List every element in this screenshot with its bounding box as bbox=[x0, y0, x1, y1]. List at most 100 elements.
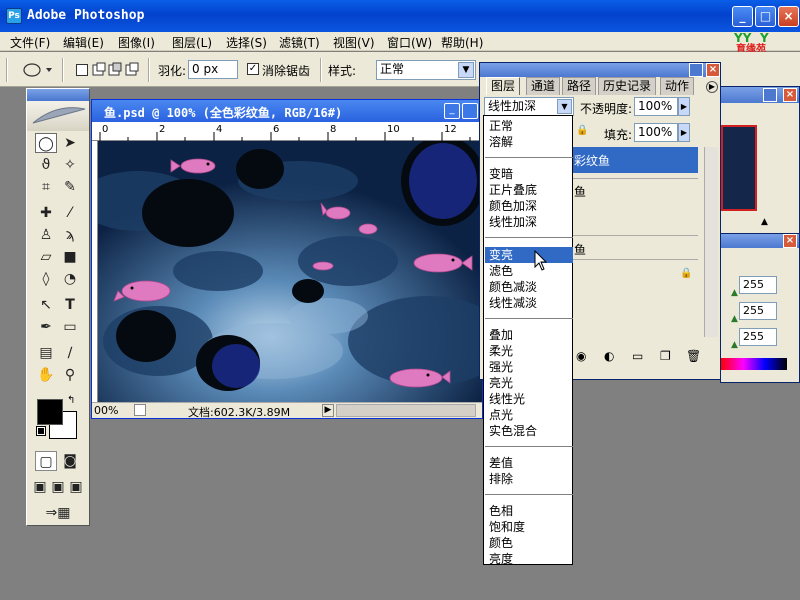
new-selection-icon[interactable] bbox=[76, 64, 88, 76]
image-canvas[interactable] bbox=[98, 141, 482, 402]
blend-option-normal[interactable]: 正常 bbox=[485, 118, 573, 134]
blend-option-multiply[interactable]: 正片叠底 bbox=[485, 182, 573, 198]
fill-input[interactable]: 100% bbox=[634, 123, 678, 142]
standard-mode-icon[interactable]: ▢ bbox=[35, 451, 57, 471]
blend-option-darken[interactable]: 变暗 bbox=[485, 166, 573, 182]
slider-triangle-icon[interactable]: ▲ bbox=[731, 340, 738, 350]
hand-icon[interactable]: ✋ bbox=[35, 365, 57, 385]
layers-scrollbar[interactable] bbox=[704, 147, 718, 337]
menu-image[interactable]: 图像(I) bbox=[118, 34, 155, 51]
opacity-slider-icon[interactable]: ▶ bbox=[678, 97, 690, 116]
blend-option-hard-mix[interactable]: 实色混合 bbox=[485, 423, 573, 439]
slider-triangle-icon[interactable]: ▲ bbox=[731, 288, 738, 298]
chevron-down-icon[interactable]: ▼ bbox=[557, 99, 572, 114]
close-icon[interactable]: × bbox=[783, 88, 797, 102]
tab-channels[interactable]: 通道 bbox=[526, 77, 561, 95]
zoom-out-icon[interactable]: ▲ bbox=[761, 217, 771, 227]
minimize-button[interactable]: _ bbox=[732, 6, 753, 27]
new-layer-icon[interactable]: ❐ bbox=[660, 349, 671, 363]
eraser-icon[interactable]: ▱ bbox=[35, 247, 57, 267]
blend-option-lighten[interactable]: 变亮 bbox=[485, 247, 573, 263]
status-arrow-icon[interactable]: ▶ bbox=[322, 404, 334, 417]
layers-titlebar[interactable] bbox=[480, 63, 720, 77]
menu-file[interactable]: 文件(F) bbox=[10, 34, 50, 51]
quickmask-icon[interactable]: ◙ bbox=[59, 451, 81, 471]
menu-help[interactable]: 帮助(H) bbox=[441, 34, 483, 51]
screen-mode-icon[interactable]: ▣ bbox=[31, 477, 49, 497]
crop-icon[interactable]: ⌗ bbox=[35, 177, 57, 197]
blend-option-color-burn[interactable]: 颜色加深 bbox=[485, 198, 573, 214]
swap-colors-icon[interactable]: ↰ bbox=[67, 395, 75, 406]
layer-name[interactable]: 鱼 bbox=[574, 183, 586, 200]
blend-mode-select[interactable]: 线性加深 ▼ bbox=[484, 97, 574, 116]
menu-window[interactable]: 窗口(W) bbox=[387, 34, 432, 51]
selection-mode-icons[interactable] bbox=[92, 62, 142, 78]
blend-option-saturation[interactable]: 饱和度 bbox=[485, 519, 573, 535]
maximize-button[interactable]: □ bbox=[755, 6, 776, 27]
close-icon[interactable]: × bbox=[783, 234, 797, 248]
color-ramp[interactable] bbox=[721, 358, 787, 370]
move-icon[interactable]: ➤ bbox=[59, 133, 81, 153]
blend-option-exclusion[interactable]: 排除 bbox=[485, 471, 573, 487]
menu-filter[interactable]: 滤镜(T) bbox=[279, 34, 320, 51]
feather-input[interactable]: 0 px bbox=[188, 60, 238, 79]
toolbox-titlebar[interactable] bbox=[27, 89, 89, 101]
blend-option-hard-light[interactable]: 强光 bbox=[485, 359, 573, 375]
doc-maximize-button[interactable] bbox=[462, 103, 478, 119]
type-icon[interactable]: T bbox=[59, 295, 81, 315]
foreground-color-swatch[interactable] bbox=[37, 399, 63, 425]
brush-icon[interactable]: ⁄ bbox=[59, 203, 81, 223]
style-select[interactable]: 正常 ▼ bbox=[376, 60, 476, 80]
blend-option-color-dodge[interactable]: 颜色减淡 bbox=[485, 279, 573, 295]
blend-option-dissolve[interactable]: 溶解 bbox=[485, 134, 573, 150]
zoom-level[interactable]: 00% bbox=[94, 404, 118, 417]
slider-triangle-icon[interactable]: ▲ bbox=[731, 314, 738, 324]
navigator-thumbnail[interactable] bbox=[721, 125, 757, 211]
horizontal-scrollbar[interactable] bbox=[336, 404, 476, 417]
menu-edit[interactable]: 编辑(E) bbox=[63, 34, 104, 51]
antialias-checkbox[interactable]: ✓ bbox=[247, 63, 259, 75]
blend-option-color[interactable]: 颜色 bbox=[485, 535, 573, 551]
imageready-icon[interactable]: ⇒▦ bbox=[35, 503, 81, 523]
blend-option-linear-dodge[interactable]: 线性减淡 bbox=[485, 295, 573, 311]
tab-history[interactable]: 历史记录 bbox=[598, 77, 657, 95]
notes-icon[interactable]: ▤ bbox=[35, 343, 57, 363]
blend-option-overlay[interactable]: 叠加 bbox=[485, 327, 573, 343]
zoom-icon[interactable]: ⚲ bbox=[59, 365, 81, 385]
collapse-icon[interactable] bbox=[763, 88, 777, 102]
blend-option-screen[interactable]: 滤色 bbox=[485, 263, 573, 279]
elliptical-marquee-preset-icon[interactable] bbox=[22, 61, 54, 79]
blend-option-linear-light[interactable]: 线性光 bbox=[485, 391, 573, 407]
history-brush-icon[interactable]: ϡ bbox=[59, 225, 81, 245]
close-button[interactable]: × bbox=[778, 6, 799, 27]
blend-option-linear-burn[interactable]: 线性加深 bbox=[485, 214, 573, 230]
green-value-field[interactable]: 255 bbox=[739, 302, 777, 320]
blend-option-soft-light[interactable]: 柔光 bbox=[485, 343, 573, 359]
new-group-icon[interactable]: ▭ bbox=[632, 349, 643, 363]
eyedropper-icon[interactable]: ∕ bbox=[59, 343, 81, 363]
blend-option-luminosity[interactable]: 亮度 bbox=[485, 551, 573, 567]
screen-mode-full-icon[interactable]: ▣ bbox=[67, 477, 85, 497]
feather-logo-icon[interactable] bbox=[27, 101, 89, 131]
magic-wand-icon[interactable]: ✧ bbox=[59, 155, 81, 175]
default-colors-icon[interactable] bbox=[36, 426, 46, 436]
layer-name[interactable]: 鱼 bbox=[574, 241, 586, 258]
screen-mode-menubar-icon[interactable]: ▣ bbox=[49, 477, 67, 497]
trash-icon[interactable]: 🗑 bbox=[686, 349, 701, 363]
lasso-icon[interactable]: ϑ bbox=[35, 155, 57, 175]
blend-option-vivid-light[interactable]: 亮光 bbox=[485, 375, 573, 391]
chevron-down-icon[interactable]: ▼ bbox=[458, 62, 474, 78]
lock-icon[interactable]: 🔒 bbox=[576, 125, 588, 137]
status-menu-icon[interactable] bbox=[134, 404, 146, 416]
blue-value-field[interactable]: 255 bbox=[739, 328, 777, 346]
blend-option-difference[interactable]: 差值 bbox=[485, 455, 573, 471]
healing-icon[interactable]: ✚ bbox=[35, 203, 57, 223]
doc-minimize-button[interactable]: _ bbox=[444, 103, 460, 119]
gradient-icon[interactable]: ■ bbox=[59, 247, 81, 267]
dodge-icon[interactable]: ◔ bbox=[59, 269, 81, 289]
close-icon[interactable]: × bbox=[706, 63, 720, 77]
blur-icon[interactable]: ◊ bbox=[35, 269, 57, 289]
adjustment-layer-icon[interactable]: ◐ bbox=[604, 349, 614, 363]
path-select-icon[interactable]: ↖ bbox=[35, 295, 57, 315]
red-value-field[interactable]: 255 bbox=[739, 276, 777, 294]
